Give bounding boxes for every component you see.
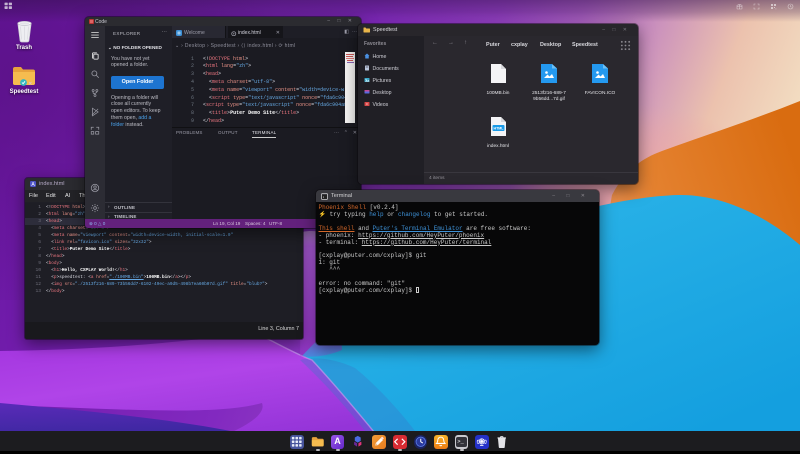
- svg-text:HTML: HTML: [493, 127, 504, 131]
